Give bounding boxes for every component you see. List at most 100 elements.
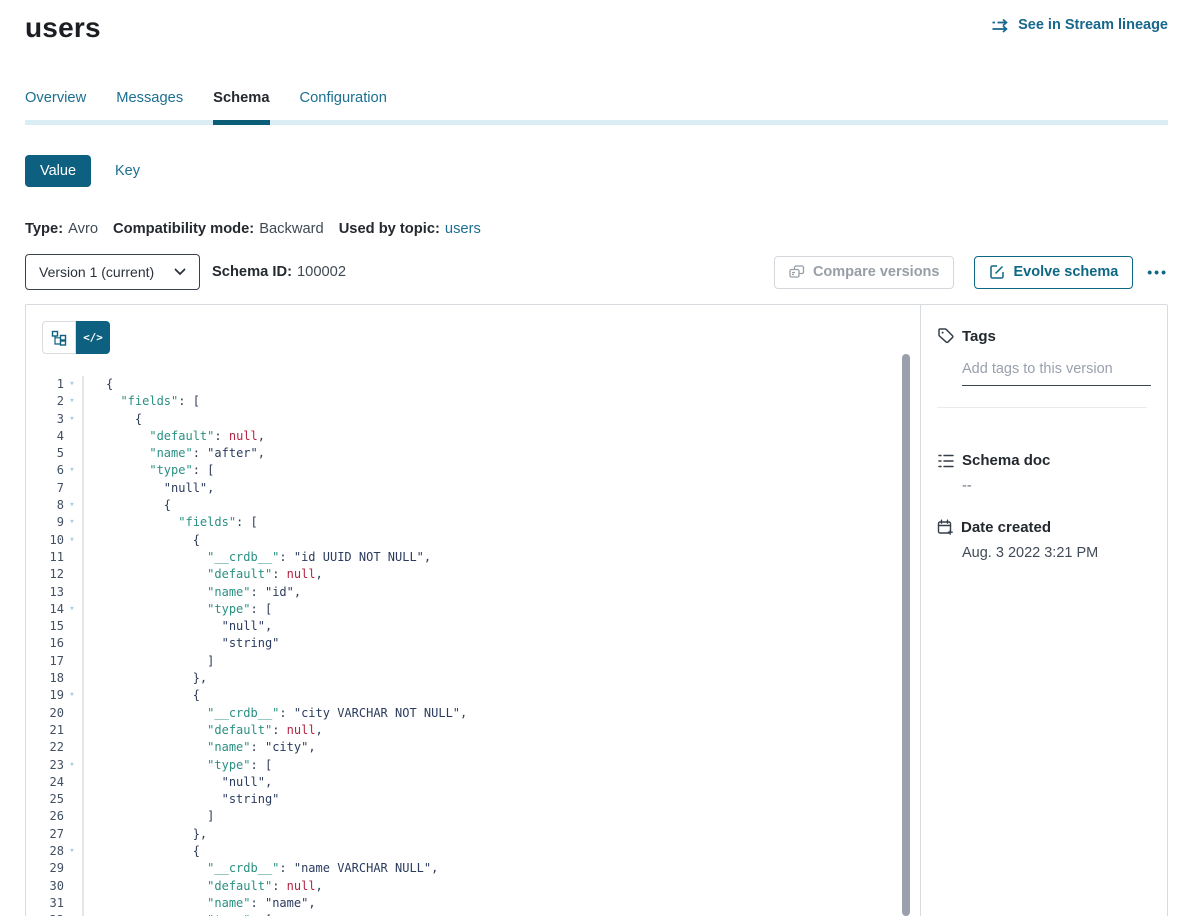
used-by-topic: Used by topic: users [339,221,481,237]
page-header: users See in Stream lineage [25,0,1168,44]
schema-id-value: 100002 [297,264,346,280]
type-label: Type: [25,221,63,237]
version-select[interactable]: Version 1 (current) [25,254,200,290]
stream-lineage-label: See in Stream lineage [1018,17,1168,33]
stream-lineage-link[interactable]: See in Stream lineage [991,17,1168,33]
fold-toggle-icon[interactable]: ▾ [64,532,80,549]
page-title: users [25,12,101,44]
fold-toggle-icon[interactable]: ▾ [64,601,80,618]
fold-spacer [64,445,80,462]
line-number: 6 [26,462,64,479]
code-line: 23▾ "type": [ [26,757,920,774]
line-number: 16 [26,635,64,652]
topic-link[interactable]: users [445,221,481,237]
code-text: "__crdb__": "name VARCHAR NULL", [82,860,438,877]
fold-toggle-icon[interactable]: ▾ [64,843,80,860]
calendar-add-icon [937,519,954,536]
code-text: "default": null, [82,428,265,445]
ellipsis-menu-icon[interactable]: ••• [1147,264,1168,280]
line-number: 2 [26,393,64,410]
tags-input[interactable] [962,361,1151,386]
code-text: "default": null, [82,566,323,583]
line-number: 25 [26,791,64,808]
fold-toggle-icon[interactable]: ▾ [64,912,80,916]
code-text: "name": "id", [82,584,301,601]
fold-toggle-icon[interactable]: ▾ [64,687,80,704]
line-number: 12 [26,566,64,583]
code-view-icon: </> [83,331,103,344]
fold-toggle-icon[interactable]: ▾ [64,497,80,514]
code-line: 27 }, [26,826,920,843]
line-number: 3 [26,411,64,428]
code-text: { [82,532,200,549]
line-number: 22 [26,739,64,756]
date-created-value: Aug. 3 2022 3:21 PM [962,545,1167,561]
compatibility-label: Compatibility mode: [113,221,254,237]
fold-spacer [64,705,80,722]
schema-sidebar: Tags Schema doc -- [920,305,1167,916]
list-icon [937,453,955,469]
code-line: 7 "null", [26,480,920,497]
code-line: 12 "default": null, [26,566,920,583]
code-line: 21 "default": null, [26,722,920,739]
tree-view-button[interactable] [42,321,76,354]
code-view-button[interactable]: </> [76,321,110,354]
tab-configuration[interactable]: Configuration [300,90,387,125]
fold-toggle-icon[interactable]: ▾ [64,514,80,531]
code-line: 4 "default": null, [26,428,920,445]
code-text: ] [82,653,214,670]
value-key-toggle: Value Key [25,155,1168,187]
compare-versions-label: Compare versions [813,264,940,280]
fold-toggle-icon[interactable]: ▾ [64,376,80,393]
code-line: 3▾ { [26,411,920,428]
fold-spacer [64,722,80,739]
evolve-schema-button[interactable]: Evolve schema [974,256,1133,289]
date-created-title: Date created [961,519,1051,536]
tab-messages[interactable]: Messages [116,90,183,125]
code-text: "type": [ [82,601,272,618]
view-toggle: </> [42,321,920,354]
tab-schema[interactable]: Schema [213,90,269,125]
fold-toggle-icon[interactable]: ▾ [64,411,80,428]
tab-overview[interactable]: Overview [25,90,86,125]
code-text: "null", [82,480,214,497]
fold-spacer [64,878,80,895]
line-number: 13 [26,584,64,601]
code-line: 32▾ "type": [ [26,912,920,916]
page: users See in Stream lineage Overview Mes… [0,0,1189,916]
code-text: }, [82,826,207,843]
value-toggle-button[interactable]: Value [25,155,91,187]
code-editor[interactable]: 1▾{2▾ "fields": [3▾ {4 "default": null,5… [26,376,920,916]
code-text: "string" [82,635,279,652]
line-number: 9 [26,514,64,531]
tags-section-header: Tags [937,327,1167,345]
line-number: 14 [26,601,64,618]
fold-spacer [64,826,80,843]
code-line: 22 "name": "city", [26,739,920,756]
fold-toggle-icon[interactable]: ▾ [64,757,80,774]
scrollbar-thumb[interactable] [902,354,910,916]
code-text: "type": [ [82,757,272,774]
compare-versions-button[interactable]: Compare versions [774,256,955,289]
compare-versions-icon [789,265,805,279]
fold-toggle-icon[interactable]: ▾ [64,393,80,410]
evolve-edit-icon [989,264,1005,280]
evolve-schema-label: Evolve schema [1013,264,1118,280]
code-line: 1▾{ [26,376,920,393]
code-text: ] [82,808,214,825]
fold-spacer [64,895,80,912]
code-line: 11 "__crdb__": "id UUID NOT NULL", [26,549,920,566]
code-text: "name": "after", [82,445,265,462]
date-created-header: Date created [937,519,1167,536]
key-toggle-button[interactable]: Key [115,155,140,187]
date-created-section: Date created Aug. 3 2022 3:21 PM [921,519,1167,561]
code-line: 29 "__crdb__": "name VARCHAR NULL", [26,860,920,877]
schema-type: Type: Avro [25,221,98,237]
line-number: 31 [26,895,64,912]
fold-toggle-icon[interactable]: ▾ [64,462,80,479]
code-text: "default": null, [82,878,323,895]
fold-spacer [64,584,80,601]
code-line: 17 ] [26,653,920,670]
code-text: { [82,843,200,860]
code-line: 30 "default": null, [26,878,920,895]
